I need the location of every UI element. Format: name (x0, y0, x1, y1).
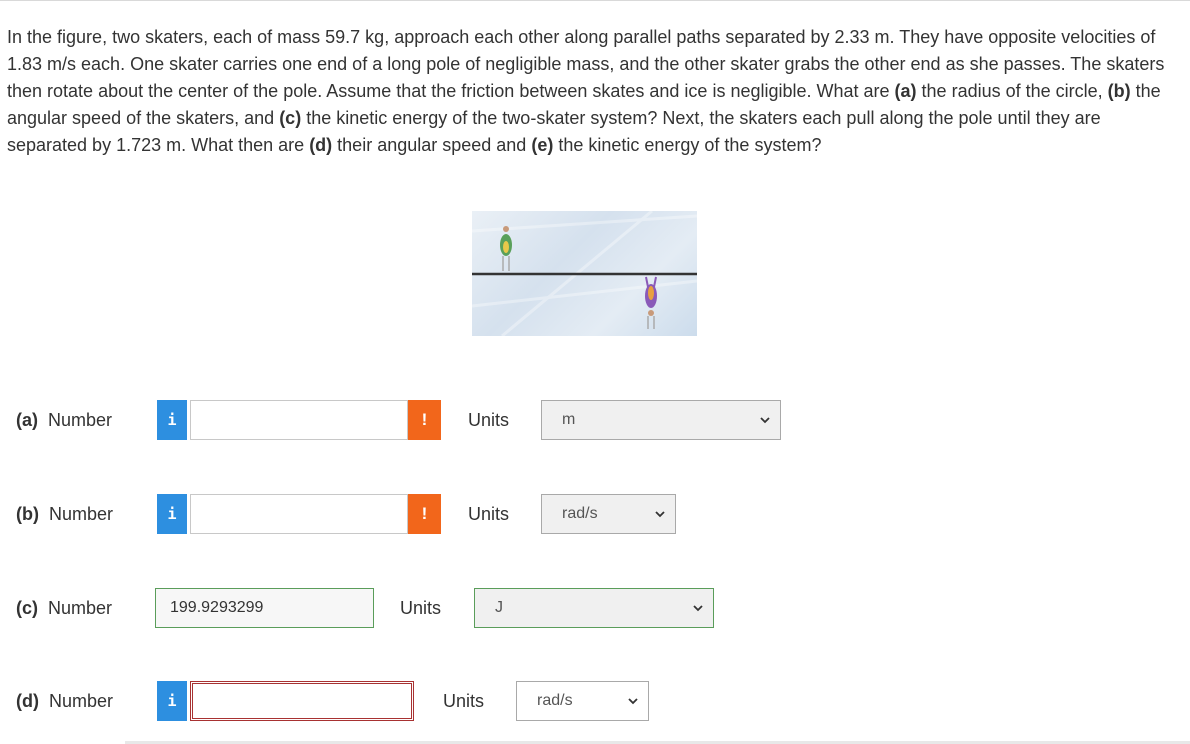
warning-icon[interactable]: ! (408, 494, 441, 534)
part-c-unit-value: J (495, 599, 503, 616)
part-a-units-select[interactable]: m (541, 400, 781, 440)
info-icon[interactable]: i (157, 494, 187, 534)
part-c-units-select[interactable]: J (474, 588, 714, 628)
question-text-segment: the kinetic energy of the system? (553, 135, 822, 155)
part-d-units-select[interactable]: rad/s (516, 681, 649, 721)
question-part-marker: (e) (531, 135, 554, 155)
part-a-label: (a) Number (16, 410, 113, 430)
part-c-number-input[interactable] (155, 588, 374, 628)
part-a-row: (a) Number i ! Units m (0, 400, 790, 442)
skater-bottom (645, 276, 657, 329)
question-part-marker: (d) (309, 135, 333, 155)
part-d-units-label: Units (443, 691, 485, 711)
skater-top (500, 226, 512, 271)
part-b-number-input[interactable] (190, 494, 408, 534)
question-text-segment: their angular speed and (332, 135, 532, 155)
part-b-row: (b) Number i ! Units rad/s (0, 494, 690, 536)
question-text-segment: the radius of the circle, (916, 81, 1108, 101)
info-icon[interactable]: i (157, 400, 187, 440)
part-a-number-input[interactable] (190, 400, 408, 440)
part-c-units-label: Units (400, 598, 442, 618)
part-a-units-label: Units (468, 410, 510, 430)
part-c-label: (c) Number (16, 598, 113, 618)
question-text: In the figure, two skaters, each of mass… (7, 24, 1185, 159)
question-part-marker: (a) (894, 81, 917, 101)
skaters-figure (472, 211, 697, 336)
part-a-unit-value: m (562, 411, 576, 428)
part-b-units-select[interactable]: rad/s (541, 494, 676, 534)
part-b-label: (b) Number (16, 504, 114, 524)
part-d-unit-value: rad/s (537, 692, 573, 709)
part-c-row: (c) Number Units J (0, 588, 720, 630)
part-b-units-label: Units (468, 504, 510, 524)
chevron-down-icon (760, 417, 770, 424)
question-part-marker: (b) (1107, 81, 1131, 101)
part-d-row: (d) Number i Units rad/s (0, 681, 660, 723)
chevron-down-icon (628, 698, 638, 705)
question-part-marker: (c) (279, 108, 302, 128)
info-icon[interactable]: i (157, 681, 187, 721)
chevron-down-icon (693, 605, 703, 612)
part-d-label: (d) Number (16, 691, 114, 711)
warning-icon[interactable]: ! (408, 400, 441, 440)
chevron-down-icon (655, 511, 665, 518)
part-b-unit-value: rad/s (562, 505, 598, 522)
part-d-number-input[interactable] (190, 681, 414, 721)
top-divider (0, 0, 1190, 1)
